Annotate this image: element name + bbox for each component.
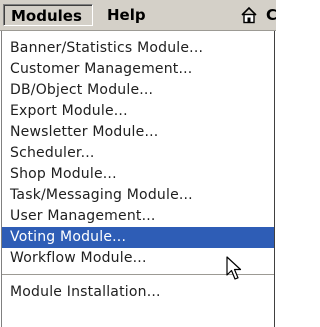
menu-item-export[interactable]: Export Module... bbox=[2, 101, 274, 122]
menu-modules[interactable]: Modules bbox=[3, 4, 93, 26]
menu-item-module-installation[interactable]: Module Installation... bbox=[2, 282, 274, 303]
menu-item-customer-management[interactable]: Customer Management... bbox=[2, 59, 274, 80]
menu-item-shop[interactable]: Shop Module... bbox=[2, 164, 274, 185]
menu-item-user-management[interactable]: User Management... bbox=[2, 206, 274, 227]
modules-dropdown: Banner/Statistics Module... Customer Man… bbox=[1, 31, 275, 327]
home-icon[interactable] bbox=[240, 6, 258, 24]
menu-item-db-object[interactable]: DB/Object Module... bbox=[2, 80, 274, 101]
menu-help[interactable]: Help bbox=[100, 4, 170, 26]
arrow-cursor-icon bbox=[226, 256, 242, 280]
menu-item-scheduler[interactable]: Scheduler... bbox=[2, 143, 274, 164]
application-window: Modules Help C Banner/Statistics Module.… bbox=[0, 0, 276, 327]
menu-item-newsletter[interactable]: Newsletter Module... bbox=[2, 122, 274, 143]
menu-item-voting[interactable]: Voting Module... bbox=[2, 227, 274, 248]
menu-item-task-messaging[interactable]: Task/Messaging Module... bbox=[2, 185, 274, 206]
menu-bar: Modules Help C bbox=[0, 0, 276, 31]
truncated-menu-item[interactable]: C bbox=[266, 4, 276, 26]
menu-item-banner-statistics[interactable]: Banner/Statistics Module... bbox=[2, 38, 274, 59]
